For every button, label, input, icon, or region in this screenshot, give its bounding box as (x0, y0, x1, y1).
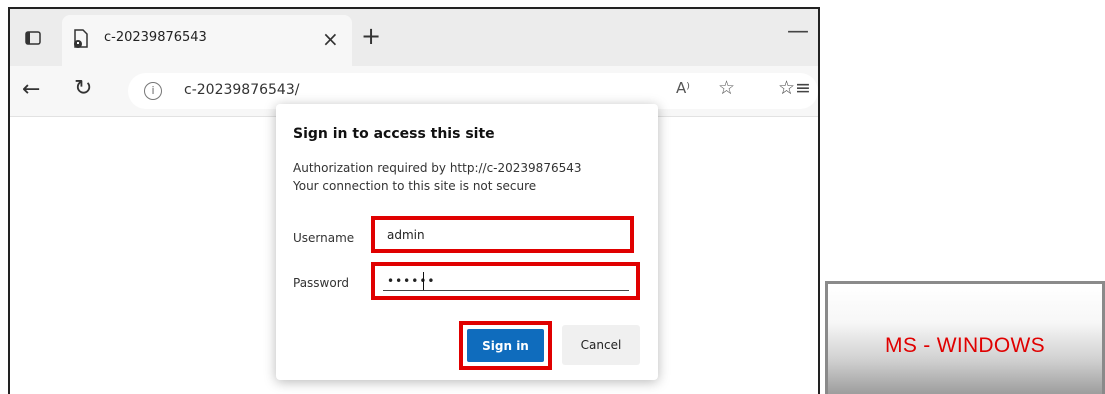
password-highlight (371, 262, 640, 300)
read-aloud-icon[interactable]: A⁾ (676, 79, 690, 97)
os-badge: MS - WINDOWS (825, 281, 1105, 394)
tab-actions-icon[interactable] (20, 25, 46, 51)
dialog-title: Sign in to access this site (293, 126, 495, 142)
os-badge-label: MS - WINDOWS (885, 334, 1045, 357)
minimize-icon[interactable]: — (787, 19, 809, 44)
password-input[interactable] (383, 271, 629, 291)
url-text[interactable]: c-20239876543/ (184, 82, 299, 98)
info-icon[interactable]: i (144, 82, 162, 100)
security-warning-text: Your connection to this site is not secu… (293, 179, 537, 193)
new-tab-icon[interactable]: + (361, 23, 381, 49)
favorites-icon[interactable]: ☆≡ (778, 77, 811, 99)
refresh-icon[interactable]: ↻ (74, 78, 92, 100)
username-label: Username (293, 231, 355, 245)
tab-title: c-20239876543 (104, 30, 207, 45)
sign-in-dialog: Sign in to access this site Authorizatio… (276, 104, 658, 380)
cancel-button[interactable]: Cancel (562, 325, 640, 365)
username-input[interactable] (383, 225, 623, 244)
browser-window: c-20239876543 × + — ← ↻ i c-20239876543/… (8, 7, 820, 394)
authorization-text: Authorization required by http://c-20239… (293, 161, 582, 175)
tab-bar: c-20239876543 × + — (10, 9, 818, 66)
tab-active[interactable]: c-20239876543 × (62, 15, 352, 66)
password-label: Password (293, 276, 350, 290)
sign-in-button[interactable]: Sign in (467, 329, 544, 362)
sign-in-highlight: Sign in (459, 321, 552, 370)
page-lock-icon (74, 29, 88, 48)
add-favorite-icon[interactable]: ☆ (718, 77, 735, 99)
back-arrow-icon[interactable]: ← (22, 79, 40, 101)
close-tab-icon[interactable]: × (322, 25, 339, 53)
text-caret (423, 272, 424, 290)
username-highlight (371, 216, 634, 253)
